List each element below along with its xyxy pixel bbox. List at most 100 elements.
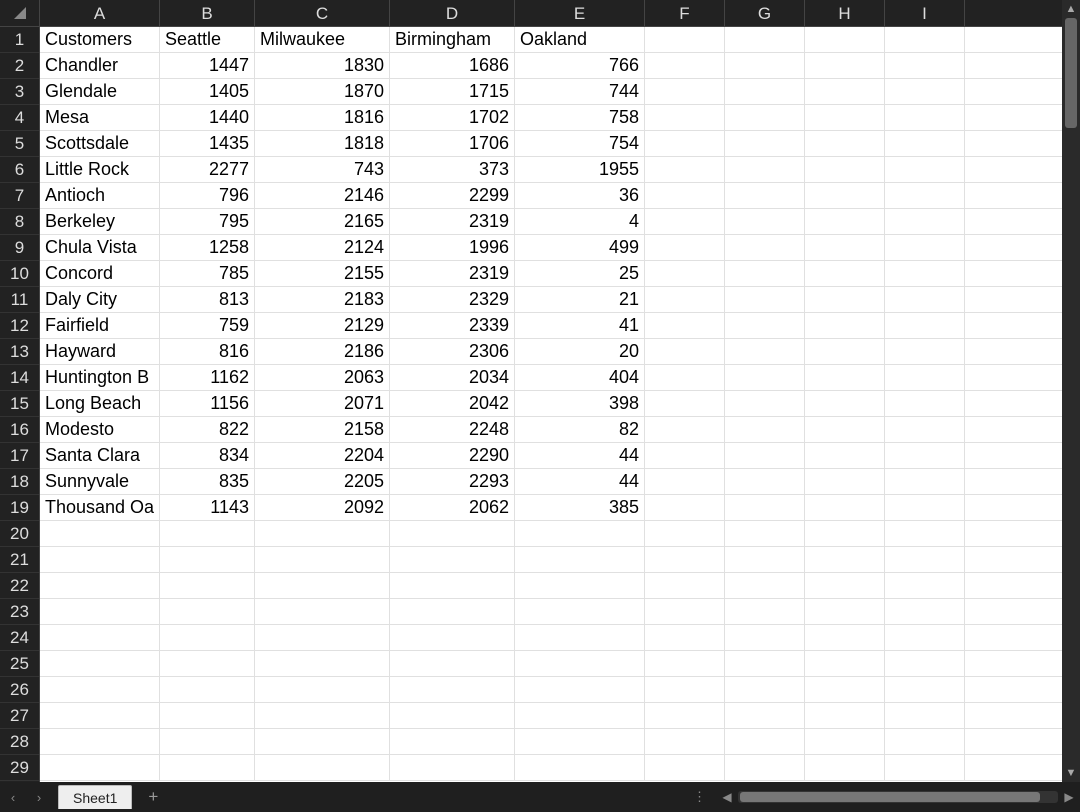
cell-C20[interactable]	[255, 521, 390, 547]
cell-C11[interactable]: 2183	[255, 287, 390, 313]
cell-D18[interactable]: 2293	[390, 469, 515, 495]
cell-I12[interactable]	[885, 313, 965, 339]
cell-D28[interactable]	[390, 729, 515, 755]
cell-I27[interactable]	[885, 703, 965, 729]
cell-E16[interactable]: 82	[515, 417, 645, 443]
cell-extra-19[interactable]	[965, 495, 1062, 521]
cell-I15[interactable]	[885, 391, 965, 417]
cell-G12[interactable]	[725, 313, 805, 339]
cell-A18[interactable]: Sunnyvale	[40, 469, 160, 495]
scroll-left-icon[interactable]: ◀	[716, 782, 738, 812]
cell-E24[interactable]	[515, 625, 645, 651]
cell-E28[interactable]	[515, 729, 645, 755]
cell-G9[interactable]	[725, 235, 805, 261]
cell-G1[interactable]	[725, 27, 805, 53]
cell-F13[interactable]	[645, 339, 725, 365]
cell-B11[interactable]: 813	[160, 287, 255, 313]
cell-F10[interactable]	[645, 261, 725, 287]
cell-F6[interactable]	[645, 157, 725, 183]
cell-B13[interactable]: 816	[160, 339, 255, 365]
row-header-5[interactable]: 5	[0, 131, 39, 157]
cell-D15[interactable]: 2042	[390, 391, 515, 417]
cell-A20[interactable]	[40, 521, 160, 547]
cell-A1[interactable]: Customers	[40, 27, 160, 53]
cell-B4[interactable]: 1440	[160, 105, 255, 131]
cell-I4[interactable]	[885, 105, 965, 131]
pane-split-icon[interactable]: ⋮	[685, 789, 716, 805]
cell-F26[interactable]	[645, 677, 725, 703]
cell-F11[interactable]	[645, 287, 725, 313]
cell-A13[interactable]: Hayward	[40, 339, 160, 365]
cell-F1[interactable]	[645, 27, 725, 53]
cell-H20[interactable]	[805, 521, 885, 547]
cell-H9[interactable]	[805, 235, 885, 261]
row-header-25[interactable]: 25	[0, 651, 39, 677]
cell-H6[interactable]	[805, 157, 885, 183]
cell-E19[interactable]: 385	[515, 495, 645, 521]
cell-B15[interactable]: 1156	[160, 391, 255, 417]
cell-G22[interactable]	[725, 573, 805, 599]
cell-I26[interactable]	[885, 677, 965, 703]
cell-H18[interactable]	[805, 469, 885, 495]
cell-A6[interactable]: Little Rock	[40, 157, 160, 183]
cell-E25[interactable]	[515, 651, 645, 677]
cell-extra-5[interactable]	[965, 131, 1062, 157]
cell-H21[interactable]	[805, 547, 885, 573]
cell-H13[interactable]	[805, 339, 885, 365]
cell-I23[interactable]	[885, 599, 965, 625]
cell-F8[interactable]	[645, 209, 725, 235]
cell-I17[interactable]	[885, 443, 965, 469]
cell-E29[interactable]	[515, 755, 645, 781]
cell-I5[interactable]	[885, 131, 965, 157]
cell-H28[interactable]	[805, 729, 885, 755]
cell-C3[interactable]: 1870	[255, 79, 390, 105]
cell-A22[interactable]	[40, 573, 160, 599]
cell-D4[interactable]: 1702	[390, 105, 515, 131]
cell-D10[interactable]: 2319	[390, 261, 515, 287]
cell-G29[interactable]	[725, 755, 805, 781]
cell-C21[interactable]	[255, 547, 390, 573]
cell-F28[interactable]	[645, 729, 725, 755]
cell-D26[interactable]	[390, 677, 515, 703]
cell-A17[interactable]: Santa Clara	[40, 443, 160, 469]
cell-G5[interactable]	[725, 131, 805, 157]
cell-extra-23[interactable]	[965, 599, 1062, 625]
cell-E11[interactable]: 21	[515, 287, 645, 313]
row-header-8[interactable]: 8	[0, 209, 39, 235]
scroll-up-icon[interactable]: ▲	[1062, 0, 1080, 18]
cell-B5[interactable]: 1435	[160, 131, 255, 157]
cell-B1[interactable]: Seattle	[160, 27, 255, 53]
cell-F21[interactable]	[645, 547, 725, 573]
column-header-H[interactable]: H	[805, 0, 885, 27]
cell-C27[interactable]	[255, 703, 390, 729]
cell-D23[interactable]	[390, 599, 515, 625]
cell-A27[interactable]	[40, 703, 160, 729]
cell-E13[interactable]: 20	[515, 339, 645, 365]
cell-I9[interactable]	[885, 235, 965, 261]
cell-A15[interactable]: Long Beach	[40, 391, 160, 417]
cell-E10[interactable]: 25	[515, 261, 645, 287]
cell-E8[interactable]: 4	[515, 209, 645, 235]
column-header-extra[interactable]	[965, 0, 1062, 27]
cell-D2[interactable]: 1686	[390, 53, 515, 79]
cell-F19[interactable]	[645, 495, 725, 521]
cell-F25[interactable]	[645, 651, 725, 677]
cell-A24[interactable]	[40, 625, 160, 651]
row-header-4[interactable]: 4	[0, 105, 39, 131]
vscroll-track[interactable]	[1062, 18, 1080, 764]
cell-extra-14[interactable]	[965, 365, 1062, 391]
cell-F16[interactable]	[645, 417, 725, 443]
cell-H3[interactable]	[805, 79, 885, 105]
row-header-24[interactable]: 24	[0, 625, 39, 651]
sheet-nav-prev[interactable]: ‹	[0, 782, 26, 812]
cell-E14[interactable]: 404	[515, 365, 645, 391]
cell-I6[interactable]	[885, 157, 965, 183]
cell-A29[interactable]	[40, 755, 160, 781]
cell-H7[interactable]	[805, 183, 885, 209]
scroll-down-icon[interactable]: ▼	[1062, 764, 1080, 782]
column-header-G[interactable]: G	[725, 0, 805, 27]
cell-G7[interactable]	[725, 183, 805, 209]
cell-A28[interactable]	[40, 729, 160, 755]
vertical-scrollbar[interactable]: ▲ ▼	[1062, 0, 1080, 782]
hscroll-track[interactable]	[738, 791, 1058, 803]
